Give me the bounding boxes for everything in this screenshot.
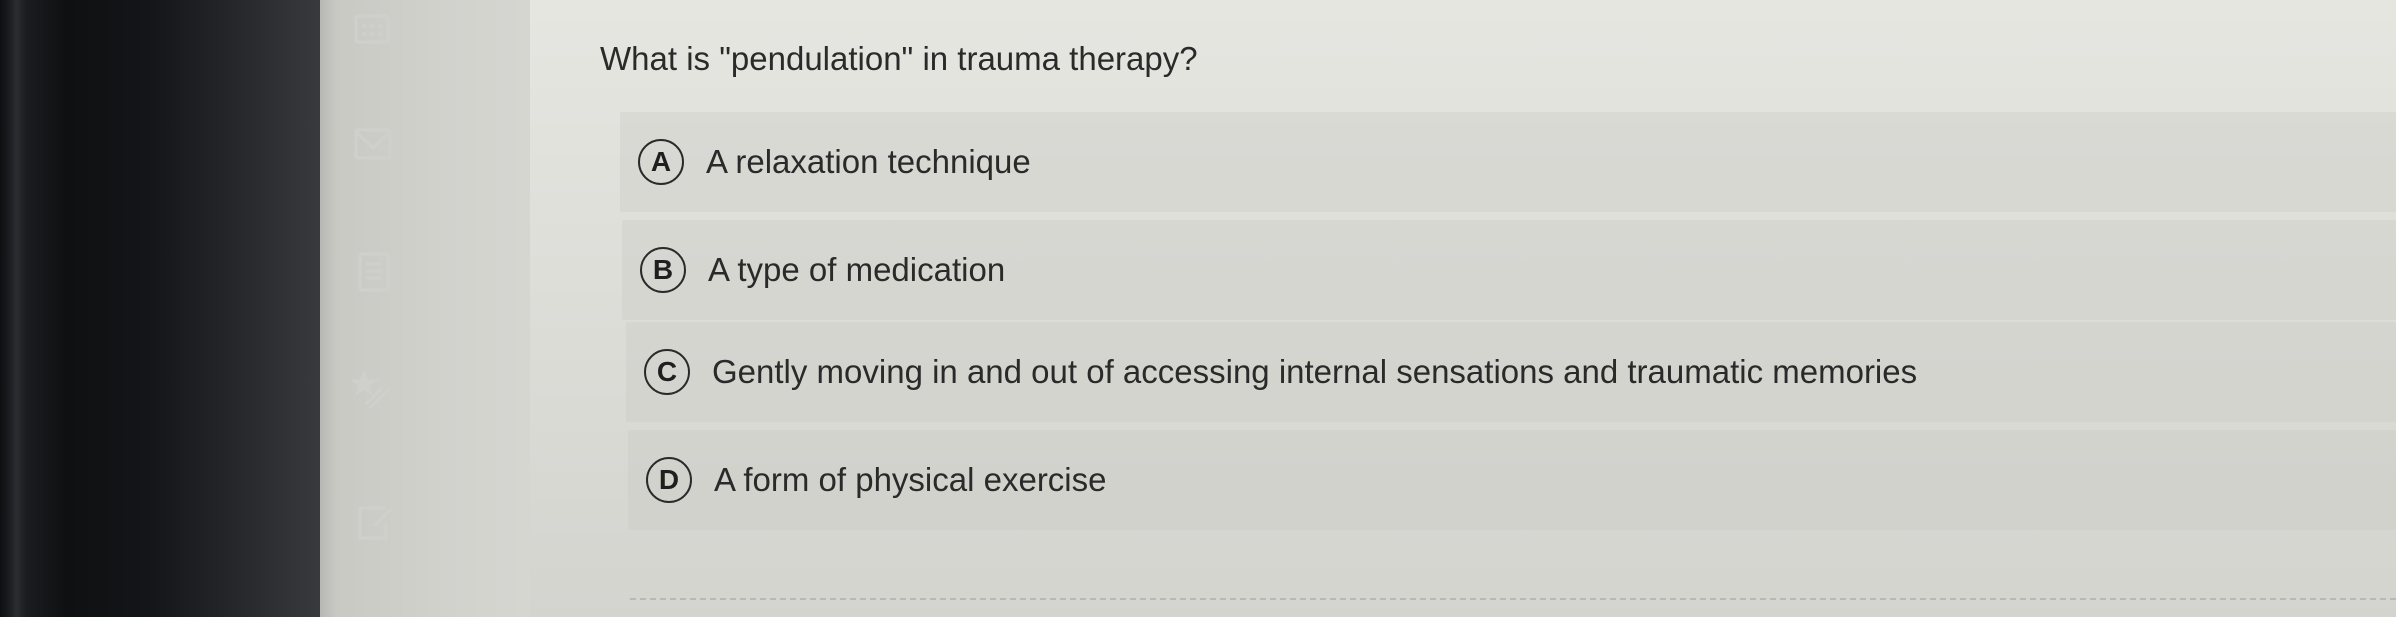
mail-icon[interactable] xyxy=(352,122,396,166)
option-letter: D xyxy=(646,457,692,503)
option-c[interactable]: C Gently moving in and out of accessing … xyxy=(626,322,2396,422)
option-letter: B xyxy=(640,247,686,293)
option-label: A form of physical exercise xyxy=(714,461,1107,498)
star-edit-icon[interactable] xyxy=(349,370,396,414)
quiz-content: What is "pendulation" in trauma therapy?… xyxy=(530,0,2396,617)
option-label: A relaxation technique xyxy=(706,143,1031,180)
device-bezel xyxy=(0,0,330,617)
option-b[interactable]: B A type of medication xyxy=(622,220,2396,320)
question-text: What is "pendulation" in trauma therapy? xyxy=(600,40,1198,77)
option-d[interactable]: D A form of physical exercise xyxy=(628,430,2396,530)
option-label: A type of medication xyxy=(708,251,1006,288)
grid-icon[interactable] xyxy=(352,8,396,52)
option-label: Gently moving in and out of accessing in… xyxy=(712,353,1918,390)
option-letter: A xyxy=(638,139,684,185)
divider xyxy=(630,598,2396,600)
screen: What is "pendulation" in trauma therapy?… xyxy=(0,0,2396,617)
option-a[interactable]: A A relaxation technique xyxy=(620,112,2396,212)
document-icon[interactable] xyxy=(352,250,396,294)
option-letter: C xyxy=(644,349,690,395)
edit-box-icon[interactable] xyxy=(352,500,396,544)
